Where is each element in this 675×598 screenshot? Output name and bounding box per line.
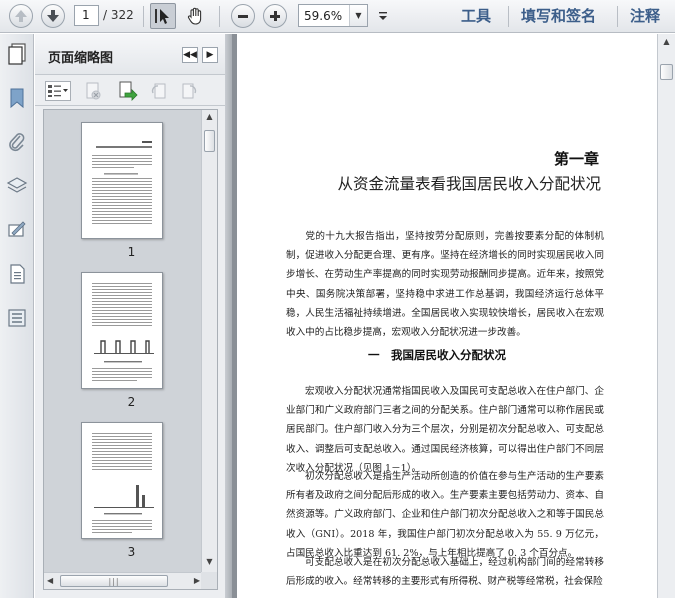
attachments-button[interactable] <box>5 130 29 154</box>
cursor-icon <box>155 9 169 24</box>
page-thumbnail[interactable] <box>81 422 163 539</box>
arrow-up-icon <box>9 4 33 28</box>
zoom-out-button[interactable] <box>230 3 256 29</box>
page-total: / 322 <box>103 8 134 22</box>
thumbnail-list: 1 2 3 ▲ ▼ ◀ ||| ▶ <box>43 109 218 590</box>
thumbnail-label: 2 <box>127 395 136 409</box>
content-button[interactable] <box>5 262 29 286</box>
thumbnail-panel: 页面缩略图 ◀◀ ▶ 1 2 3 ▲ ▼ ◀ ||| ▶ <box>35 34 225 598</box>
previous-page-button[interactable] <box>8 3 34 29</box>
plus-icon <box>263 4 287 28</box>
pages-icon <box>8 43 26 65</box>
chevron-right-icon: ▶ <box>206 50 214 60</box>
signature-icon <box>8 221 26 237</box>
panel-header: 页面缩略图 ◀◀ ▶ <box>35 34 225 75</box>
double-chevron-left-icon: ◀◀ <box>183 50 197 60</box>
page-preview <box>92 433 154 533</box>
section-heading: 一 我国居民收入分配状况 <box>368 348 506 362</box>
thumbnail-horizontal-scrollbar[interactable]: ◀ ||| ▶ <box>44 572 203 589</box>
zoom-in-button[interactable] <box>262 3 288 29</box>
delete-page-icon <box>86 82 101 100</box>
bookmark-icon <box>10 88 24 109</box>
scrollbar-thumb[interactable] <box>660 64 673 80</box>
scroll-up-icon[interactable]: ▲ <box>203 112 216 125</box>
tools-link[interactable]: 工具 <box>461 5 491 26</box>
rotate-page-icon <box>182 83 197 99</box>
zoom-value: 59.6% <box>304 9 343 23</box>
overflow-menu-icon <box>379 12 387 20</box>
page-number-input[interactable]: 1 <box>74 5 99 26</box>
model-tree-button[interactable] <box>5 306 29 330</box>
signatures-button[interactable] <box>5 218 29 242</box>
paragraph-text: 可支配总收入是在初次分配总收入基础上，经过机构部门间的经常转移后形成的收入。经常… <box>286 557 604 588</box>
paperclip-icon <box>9 133 25 152</box>
rotate-right-button[interactable] <box>179 81 199 101</box>
scroll-left-icon[interactable]: ◀ <box>47 576 53 585</box>
zoom-select[interactable]: 59.6% ▼ <box>298 4 368 27</box>
toolbar-divider <box>617 6 618 27</box>
extract-page-icon <box>119 81 138 101</box>
page-thumbnail[interactable] <box>81 272 163 389</box>
layers-button[interactable] <box>5 174 29 198</box>
fill-and-sign-link[interactable]: 填写和签名 <box>521 5 596 26</box>
paragraph-text: 宏观收入分配状况通常指国民收入及国民可支配总收入在住户部门、企业部门和广义政府部… <box>286 386 604 474</box>
panel-title: 页面缩略图 <box>48 51 114 66</box>
paragraph: 初次分配总收入是指生产活动所创造的价值在参与生产活动的生产要素所有者及政府之间分… <box>286 467 604 563</box>
scrollbar-thumb[interactable]: ||| <box>60 575 168 587</box>
delete-pages-button[interactable] <box>83 81 103 101</box>
panel-splitter[interactable] <box>225 34 232 598</box>
paragraph: 可支配总收入是在初次分配总收入基础上，经过机构部门间的经常转移后形成的收入。经常… <box>286 553 604 598</box>
paragraph: 党的十九大报告指出，坚持按劳分配原则，完善按要素分配的体制机制，促进收入分配更合… <box>286 227 604 342</box>
chapter-number: 第一章 <box>553 150 599 168</box>
scroll-down-icon[interactable]: ▼ <box>203 557 216 570</box>
scroll-up-icon[interactable]: ▲ <box>660 37 673 50</box>
toolbar-divider <box>143 6 144 27</box>
thumbnail-vertical-scrollbar[interactable]: ▲ ▼ <box>201 110 217 572</box>
hand-icon <box>187 7 202 25</box>
document-icon <box>10 264 25 284</box>
main-toolbar: 1 / 322 59.6% ▼ 工具 填写和签名 注释 <box>0 0 675 33</box>
bookmarks-button[interactable] <box>5 86 29 110</box>
paragraph-text: 党的十九大报告指出，坚持按劳分配原则，完善按要素分配的体制机制，促进收入分配更合… <box>286 231 604 339</box>
collapse-panel-button[interactable]: ◀◀ <box>182 47 198 63</box>
document-vertical-scrollbar[interactable]: ▲ <box>657 34 675 598</box>
scroll-corner <box>201 572 217 589</box>
page-thumbnail[interactable] <box>81 122 163 239</box>
toolbar-divider <box>508 6 509 27</box>
scrollbar-thumb[interactable] <box>204 130 215 152</box>
more-tools-button[interactable] <box>373 3 393 29</box>
tree-icon <box>8 309 26 327</box>
paragraph-text: 初次分配总收入是指生产活动所创造的价值在参与生产活动的生产要素所有者及政府之间分… <box>286 471 604 559</box>
chevron-down-icon[interactable]: ▼ <box>349 5 367 26</box>
rotate-left-button[interactable] <box>149 81 169 101</box>
select-tool-button[interactable] <box>150 3 176 29</box>
panel-toolbar <box>35 75 225 106</box>
next-page-button[interactable] <box>40 3 66 29</box>
arrow-down-icon <box>41 4 65 28</box>
navigation-rail <box>0 34 34 598</box>
page-preview <box>92 141 152 224</box>
comment-link[interactable]: 注释 <box>630 5 660 26</box>
panel-next-button[interactable]: ▶ <box>202 47 218 63</box>
chapter-title: 从资金流量表看我国居民收入分配状况 <box>337 175 601 193</box>
extract-pages-button[interactable] <box>117 80 139 102</box>
scroll-right-icon[interactable]: ▶ <box>194 576 200 585</box>
thumbnail-options-button[interactable] <box>45 81 71 101</box>
toolbar-divider <box>219 6 220 27</box>
thumbnail-label: 3 <box>127 545 136 559</box>
page-thumbnails-button[interactable] <box>5 42 29 66</box>
thumbnail-label: 1 <box>127 245 136 259</box>
rotate-page-icon <box>151 83 166 99</box>
page-preview <box>92 283 154 381</box>
options-menu-icon <box>48 85 68 97</box>
hand-tool-button[interactable] <box>183 3 209 29</box>
minus-icon <box>231 4 255 28</box>
grip-icon: ||| <box>108 576 120 586</box>
layers-icon <box>6 177 28 193</box>
document-page: 第一章 从资金流量表看我国居民收入分配状况 党的十九大报告指出，坚持按劳分配原则… <box>237 34 657 598</box>
paragraph: 宏观收入分配状况通常指国民收入及国民可支配总收入在住户部门、企业部门和广义政府部… <box>286 382 604 478</box>
